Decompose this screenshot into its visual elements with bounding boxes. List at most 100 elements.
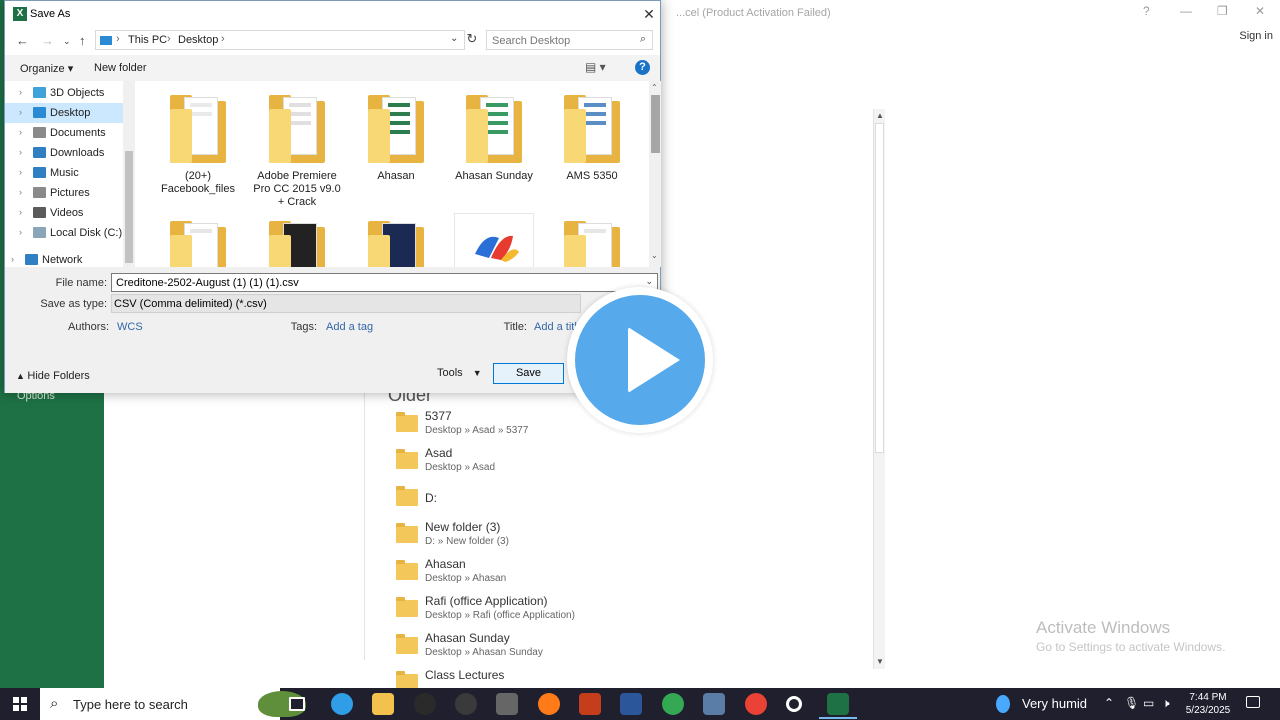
obs-icon[interactable] xyxy=(455,693,477,715)
up-arrow-icon[interactable]: ↑ xyxy=(79,33,86,48)
chevron-right-icon[interactable]: › xyxy=(19,207,22,217)
chevron-right-icon[interactable]: › xyxy=(19,127,22,137)
folder-item[interactable]: (20+) Facebook_files xyxy=(152,95,244,196)
powerpoint-icon[interactable] xyxy=(579,693,601,715)
folder-item[interactable]: Ahasan xyxy=(350,95,442,183)
authors-value[interactable]: WCS xyxy=(117,321,143,333)
forward-arrow-icon[interactable]: → xyxy=(41,33,54,48)
play-button[interactable] xyxy=(567,287,713,433)
file-explorer-icon[interactable] xyxy=(372,693,394,715)
save-button[interactable]: Save xyxy=(493,363,564,384)
recent-folder-item[interactable]: Ahasan Desktop » Ahasan xyxy=(396,557,866,594)
chevron-right-icon[interactable]: › xyxy=(221,33,225,45)
close-icon[interactable]: ✕ xyxy=(1255,4,1265,18)
folder-icon xyxy=(396,634,418,654)
firefox-icon[interactable] xyxy=(538,693,560,715)
scroll-up-icon[interactable]: ▲ xyxy=(876,111,884,120)
chevron-up-icon[interactable]: ⌃ xyxy=(1104,696,1114,710)
volume-icon[interactable]: 🕨 xyxy=(1162,696,1170,711)
nav-scrollbar[interactable] xyxy=(123,81,135,267)
app-icon[interactable] xyxy=(496,693,518,715)
new-folder-button[interactable]: New folder xyxy=(94,62,147,74)
chevron-right-icon[interactable]: › xyxy=(19,87,22,97)
taskbar-search[interactable]: ⌕ Type here to search xyxy=(40,688,306,720)
edge-icon[interactable] xyxy=(331,693,353,715)
folder-item[interactable] xyxy=(251,221,343,267)
folder-item[interactable]: Adobe Premiere Pro CC 2015 v9.0 + Crack xyxy=(251,95,343,209)
nav-item-documents[interactable]: › Documents xyxy=(5,123,123,143)
chevron-right-icon[interactable]: › xyxy=(19,227,22,237)
tags-input[interactable]: Add a tag xyxy=(326,321,373,333)
network-icon[interactable]: ▭ xyxy=(1143,696,1154,710)
nav-item-videos[interactable]: › Videos xyxy=(5,203,123,223)
breadcrumb-desktop[interactable]: Desktop xyxy=(178,34,218,46)
clock[interactable]: 7:44 PM 5/23/2025 xyxy=(1178,691,1238,717)
hide-folders-button[interactable]: ▲ Hide Folders xyxy=(16,370,90,382)
folder-item[interactable]: AMS 5350 xyxy=(546,95,638,183)
chevron-right-icon[interactable]: › xyxy=(167,33,171,45)
help-icon[interactable]: ? xyxy=(1143,4,1150,18)
windows-start-icon[interactable] xyxy=(13,697,27,711)
excel-icon[interactable] xyxy=(819,693,857,719)
breadcrumb-this-pc[interactable]: This PC xyxy=(128,34,167,46)
weather-text[interactable]: Very humid xyxy=(1022,696,1087,711)
scroll-thumb[interactable] xyxy=(875,123,884,453)
folder-item[interactable] xyxy=(152,221,244,267)
view-options-icon[interactable]: ▤ ▾ xyxy=(585,60,606,74)
folder-item[interactable]: Ahasan Sunday xyxy=(448,95,540,183)
file-name-input[interactable]: Creditone-2502-August (1) (1) (1).csv ⌄ xyxy=(111,273,658,292)
scroll-down-icon[interactable]: ⌄ xyxy=(651,251,658,260)
file-scroll-thumb[interactable] xyxy=(651,95,660,153)
scroll-up-icon[interactable]: ⌃ xyxy=(651,83,658,92)
chevron-down-icon[interactable]: ⌄ xyxy=(450,33,458,44)
file-item[interactable] xyxy=(448,213,540,267)
search-input[interactable]: Search Desktop ⌕ xyxy=(486,30,653,50)
recent-folder-item[interactable]: Ahasan Sunday Desktop » Ahasan Sunday xyxy=(396,631,866,668)
chevron-right-icon[interactable]: › xyxy=(19,167,22,177)
minimize-icon[interactable]: — xyxy=(1180,4,1192,18)
chevron-right-icon[interactable]: › xyxy=(116,33,120,45)
folder-icon xyxy=(396,560,418,580)
help-icon[interactable]: ? xyxy=(635,60,650,75)
nav-item-music[interactable]: › Music xyxy=(5,163,123,183)
chevron-right-icon[interactable]: › xyxy=(19,107,22,117)
sign-in-link[interactable]: Sign in xyxy=(1239,30,1273,42)
recent-dropdown-icon[interactable]: ⌄ xyxy=(63,36,71,47)
chrome-2-icon[interactable] xyxy=(745,693,767,715)
nav-item-3d-objects[interactable]: › 3D Objects xyxy=(5,83,123,103)
back-arrow-icon[interactable]: ← xyxy=(16,33,29,48)
address-bar[interactable]: › This PC › Desktop › ⌄ xyxy=(95,30,465,50)
nav-item-local-disk-c[interactable]: › Local Disk (C:) xyxy=(5,223,123,243)
save-type-select[interactable]: CSV (Comma delimited) (*.csv) xyxy=(111,294,581,313)
app2-icon[interactable] xyxy=(703,693,725,715)
refresh-icon[interactable]: ↻ xyxy=(463,31,481,47)
chrome-icon[interactable] xyxy=(662,693,684,715)
nav-item-downloads[interactable]: › Downloads xyxy=(5,143,123,163)
chevron-right-icon[interactable]: › xyxy=(11,254,14,264)
folder-item[interactable] xyxy=(350,221,442,267)
close-button[interactable]: ✕ xyxy=(639,4,659,24)
microphone-icon[interactable]: 🎙 xyxy=(1124,696,1139,710)
backstage-scrollbar[interactable]: ▲ ▼ xyxy=(873,109,885,669)
folder-item[interactable] xyxy=(546,221,638,267)
notification-icon[interactable] xyxy=(1246,696,1260,708)
nav-scroll-thumb[interactable] xyxy=(125,151,133,263)
tools-button[interactable]: Tools ▼ xyxy=(437,367,482,379)
restore-icon[interactable]: ❐ xyxy=(1217,4,1228,18)
chevron-right-icon[interactable]: › xyxy=(19,147,22,157)
nav-item-desktop[interactable]: › Desktop xyxy=(5,103,123,123)
task-view-icon[interactable] xyxy=(289,697,305,711)
organize-button[interactable]: Organize ▾ xyxy=(20,62,73,75)
chevron-down-icon[interactable]: ⌄ xyxy=(645,276,653,287)
file-list-scrollbar[interactable]: ⌃ ⌄ xyxy=(649,81,661,267)
recent-folder-item[interactable]: Rafi (office Application) Desktop » Rafi … xyxy=(396,594,866,631)
scroll-down-icon[interactable]: ▼ xyxy=(876,657,884,666)
recent-folder-item[interactable]: D: xyxy=(396,483,866,520)
nav-item-pictures[interactable]: › Pictures xyxy=(5,183,123,203)
word-icon[interactable] xyxy=(620,693,642,715)
chevron-right-icon[interactable]: › xyxy=(19,187,22,197)
recent-folder-item[interactable]: New folder (3) D: » New folder (3) xyxy=(396,520,866,557)
chatgpt-icon[interactable] xyxy=(414,693,436,715)
recent-folder-item[interactable]: Asad Desktop » Asad xyxy=(396,446,866,483)
settings-icon[interactable] xyxy=(786,696,802,712)
